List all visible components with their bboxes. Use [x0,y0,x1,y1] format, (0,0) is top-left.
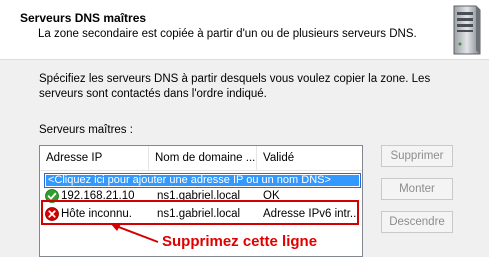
add-server-row[interactable]: <Cliquez ici pour ajouter une adresse IP… [44,173,361,188]
wizard-header: Serveurs DNS maîtres La zone secondaire … [0,0,489,60]
server-icon [453,5,481,55]
page-title: Serveurs DNS maîtres [20,11,147,25]
column-header-ip[interactable]: Adresse IP [40,146,149,170]
header-divider [40,170,362,171]
instructions-text: Spécifiez les serveurs DNS à partir desq… [39,73,431,100]
page-subtitle: La zone secondaire est copiée à partir d… [38,28,417,40]
move-up-button[interactable]: Monter [381,178,453,200]
annotation-label: Supprimez cette ligne [162,233,318,250]
annotation-highlight-box [41,200,359,225]
master-servers-label: Serveurs maîtres : [39,124,133,136]
column-header-validated[interactable]: Validé [257,146,363,170]
add-server-prompt[interactable]: <Cliquez ici pour ajouter une adresse IP… [46,175,359,186]
column-header-domain[interactable]: Nom de domaine ... [149,146,257,170]
move-down-button[interactable]: Descendre [381,211,453,233]
delete-button[interactable]: Supprimer [381,145,453,167]
